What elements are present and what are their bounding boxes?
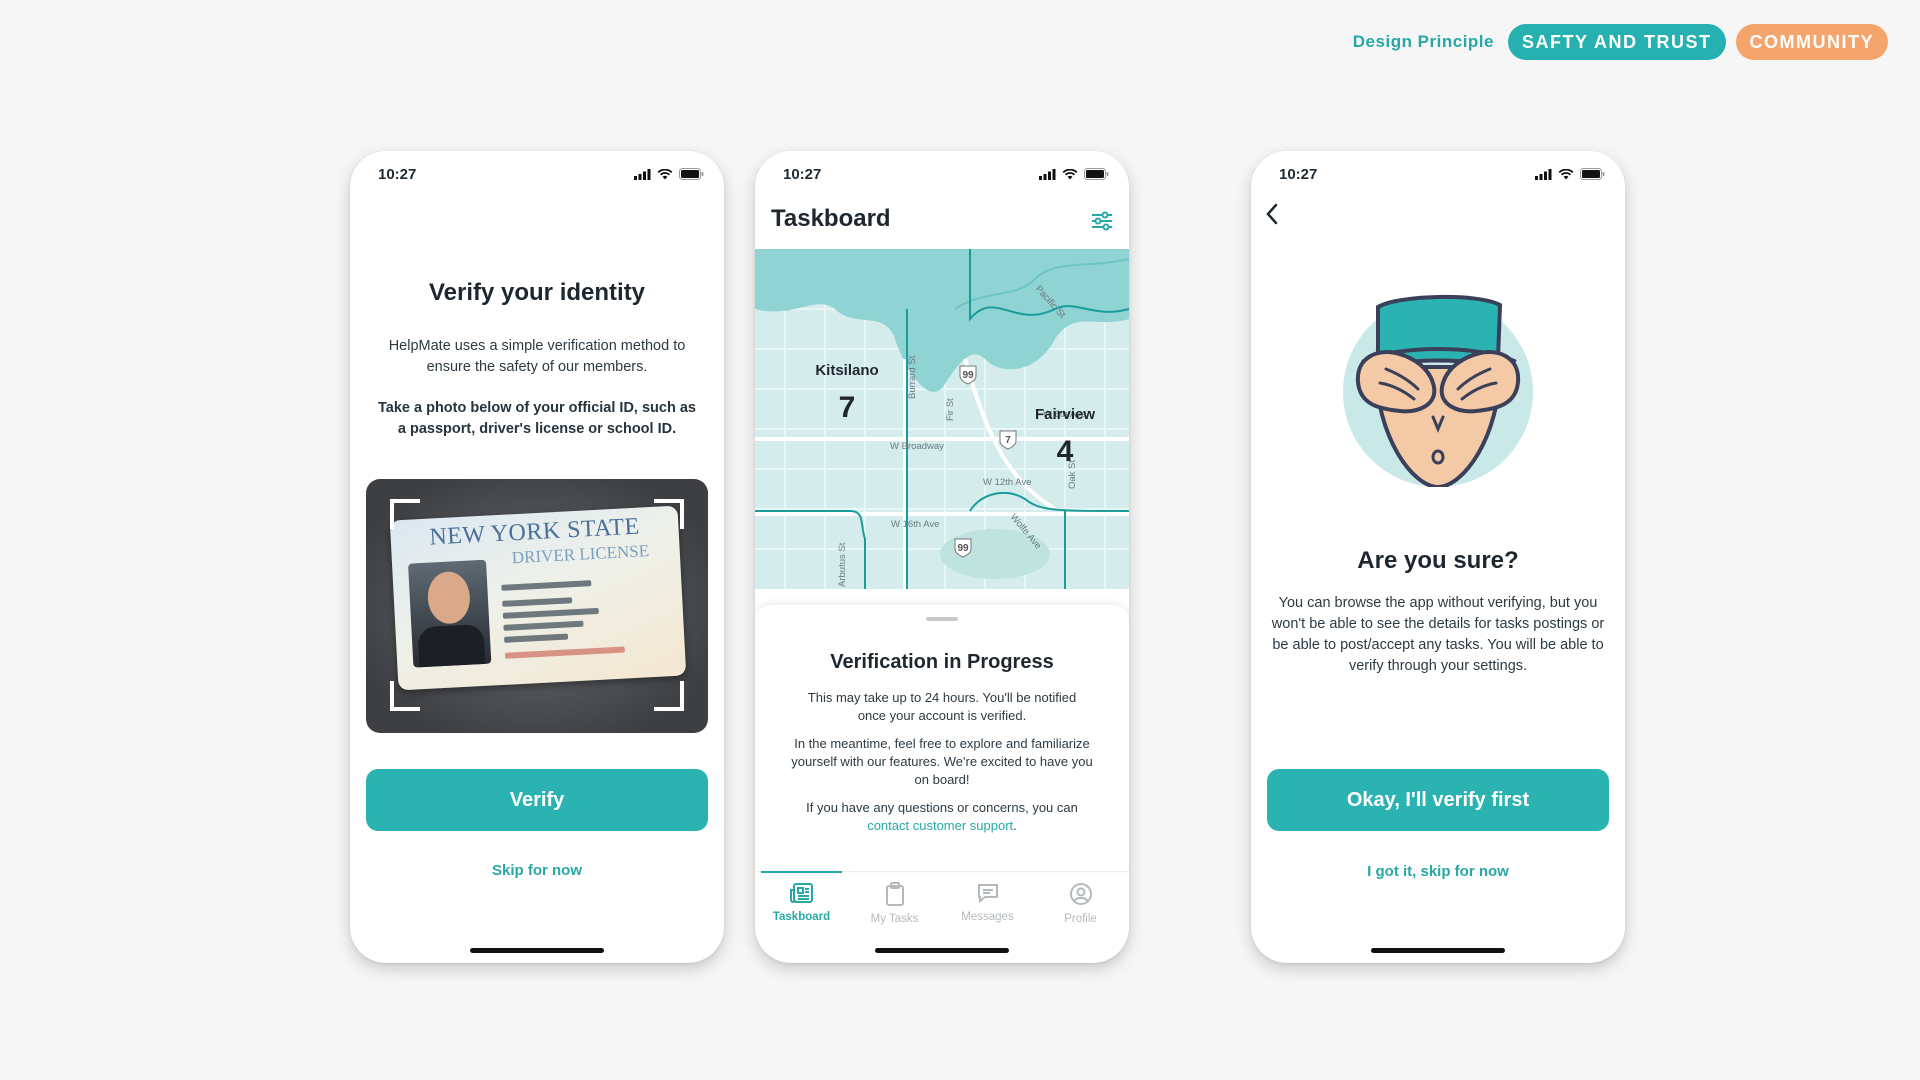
covering-eyes-illustration [1343, 295, 1533, 487]
street-w-16th-ave: W 16th Ave [891, 519, 939, 530]
chat-icon [977, 884, 998, 904]
street-w-12th-ave: W 12th Ave [983, 477, 1031, 488]
status-bar: 10:27 [783, 163, 1109, 185]
skip-for-now-link[interactable]: Skip for now [350, 862, 724, 879]
design-principle-label: Design Principle [1352, 32, 1494, 51]
battery-icon [1084, 168, 1109, 180]
route-shield-7: 7 [1005, 435, 1011, 446]
phone-taskboard: 10:27 Taskboard 99 7 99 Pacific St W 6th… [755, 151, 1129, 963]
signal-icon [1535, 168, 1552, 180]
confirm-title: Are you sure? [1357, 547, 1519, 574]
tab-my-tasks[interactable]: My Tasks [848, 872, 941, 925]
wifi-icon [657, 168, 673, 179]
app-bar: Taskboard [755, 191, 1129, 249]
home-indicator [875, 948, 1009, 953]
tag-community: COMMUNITY [1735, 24, 1888, 60]
design-principle-tags: Design Principle SAFTY AND TRUST COMMUNI… [1353, 24, 1888, 60]
id-portrait [408, 559, 492, 668]
contact-support-link[interactable]: contact customer support [867, 818, 1013, 833]
drivers-license-card: NEW YORK STATE DRIVER LICENSE [389, 505, 687, 691]
area-label-kitsilano: Kitsilano [815, 362, 878, 379]
street-w-broadway: W Broadway [890, 441, 944, 452]
sheet-paragraph-1: This may take up to 24 hours. You'll be … [807, 690, 1077, 723]
newspaper-icon [789, 883, 813, 903]
battery-icon [1580, 168, 1605, 180]
battery-icon [679, 168, 704, 180]
status-time: 10:27 [378, 165, 417, 183]
home-indicator [1371, 948, 1505, 953]
page-title: Taskboard [771, 205, 891, 232]
sheet-grabber[interactable] [926, 617, 958, 621]
signal-icon [1039, 168, 1056, 180]
wifi-icon [1062, 168, 1078, 179]
back-chevron-icon[interactable] [1265, 203, 1279, 225]
filter-icon[interactable] [1091, 211, 1113, 231]
area-count-kitsilano: 7 [839, 391, 856, 424]
verify-button[interactable]: Verify [366, 769, 708, 831]
sheet-title: Verification in Progress [830, 651, 1054, 673]
page-title: Verify your identity [428, 279, 646, 306]
wifi-icon [1558, 168, 1574, 179]
sheet-paragraph-2: In the meantime, feel free to explore an… [791, 736, 1093, 787]
area-label-fairview: Fairview [1035, 406, 1095, 423]
clipboard-icon [885, 882, 904, 906]
status-time: 10:27 [1279, 165, 1318, 183]
home-indicator [470, 948, 604, 953]
sheet-paragraph-3: If you have any questions or concerns, y… [806, 800, 1078, 833]
status-bar: 10:27 [1279, 163, 1605, 185]
verify-instruction: Take a photo below of your official ID, … [378, 400, 696, 437]
verify-description: HelpMate uses a simple verification meth… [388, 338, 686, 375]
verify-first-button[interactable]: Okay, I'll verify first [1267, 769, 1609, 831]
id-photo-capture[interactable]: NEW YORK STATE DRIVER LICENSE [366, 479, 708, 733]
street-arbutus-st: Arbutus St [837, 542, 848, 587]
confirm-description: You can browse the app without verifying… [1271, 595, 1605, 674]
verification-bottom-sheet: Verification in Progress This may take u… [755, 605, 1129, 871]
street-burrard-st: Burrard St [907, 355, 918, 399]
status-bar: 10:27 [378, 163, 704, 185]
status-time: 10:27 [783, 165, 822, 183]
map-view[interactable]: 99 7 99 Pacific St W 6th Ave W Broadway … [755, 249, 1129, 589]
route-shield-99: 99 [962, 370, 974, 381]
signal-icon [634, 168, 651, 180]
area-count-fairview: 4 [1057, 435, 1074, 468]
street-fir-st: Fir St [945, 398, 956, 421]
route-shield-99-south: 99 [957, 543, 969, 554]
skip-for-now-link[interactable]: I got it, skip for now [1251, 863, 1625, 880]
profile-icon [1069, 883, 1092, 905]
tag-safety-and-trust: SAFTY AND TRUST [1507, 24, 1726, 60]
tab-profile[interactable]: Profile [1034, 872, 1127, 925]
phone-verify-identity: 10:27 Verify your identity HelpMate uses… [350, 151, 724, 963]
tab-taskboard[interactable]: Taskboard [755, 871, 848, 923]
tab-messages[interactable]: Messages [941, 872, 1034, 923]
phone-are-you-sure: 10:27 Are you sure? You can browse the a… [1251, 151, 1625, 963]
